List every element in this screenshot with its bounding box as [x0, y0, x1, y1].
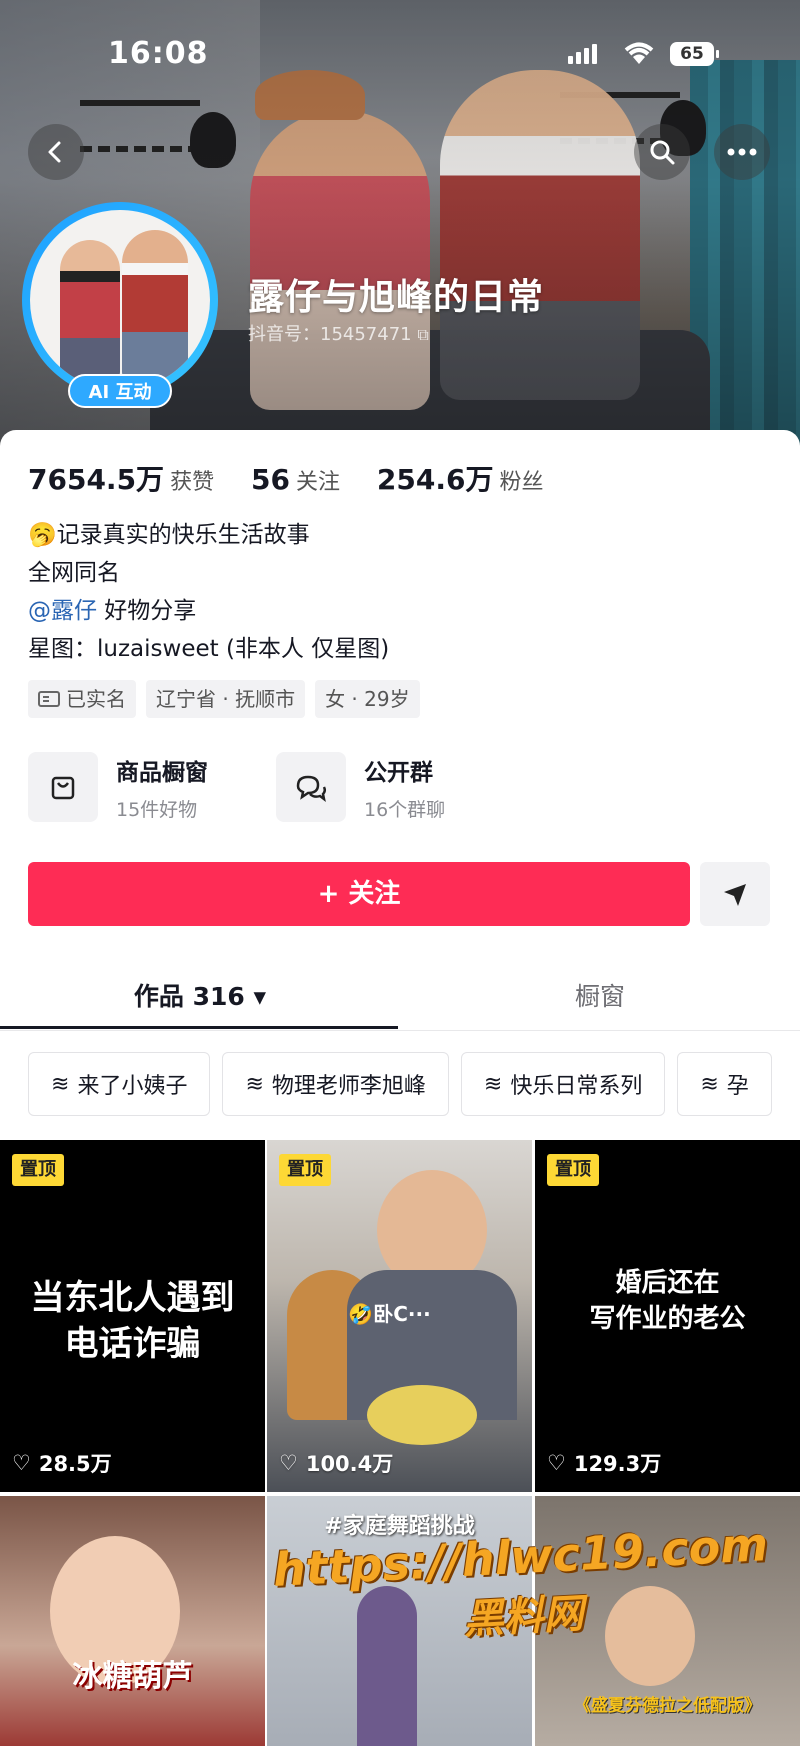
chip-label: 孕 [726, 1074, 749, 1099]
wifi-icon [622, 40, 656, 70]
id-card-icon [38, 691, 60, 707]
bio: 🥱记录真实的快乐生活故事 全网同名 @露仔 好物分享 星图：luzaisweet… [28, 516, 389, 668]
followers-label[interactable]: 粉丝 [499, 470, 543, 495]
tab-indicator [0, 1026, 398, 1029]
stack-icon: ≋ [245, 1071, 264, 1097]
search-icon [650, 140, 675, 165]
heart-icon: ♡ [279, 1451, 298, 1475]
status-time: 16:08 [108, 36, 209, 71]
bio-line-1: 记录真实的快乐生活故事 [56, 522, 310, 548]
video-thumbnail[interactable]: 置顶 当东北人遇到 电话诈骗 ♡ 28.5万 [0, 1140, 265, 1492]
collection-chips: ≋ 来了小姨子 ≋ 物理老师李旭峰 ≋ 快乐日常系列 ≋ 孕 [28, 1052, 772, 1116]
chevron-left-icon [48, 141, 61, 163]
bio-line-4: 星图：luzaisweet (非本人 仅星图) [28, 636, 390, 662]
tag-verified: 已实名 [28, 680, 136, 718]
share-button[interactable] [700, 862, 770, 926]
following-count[interactable]: 56 [251, 463, 290, 496]
video-likes: 28.5万 [38, 1452, 112, 1476]
video-thumbnail[interactable]: 冰糖葫芦 [0, 1496, 265, 1746]
video-likes: 129.3万 [573, 1452, 662, 1476]
bio-line-2: 全网同名 [28, 560, 120, 586]
likes-label: 获赞 [170, 470, 215, 495]
shop-window-entry[interactable]: 商品橱窗 15件好物 [28, 752, 208, 822]
heart-icon: ♡ [547, 1451, 566, 1475]
bio-mention-suffix: 好物分享 [97, 598, 197, 624]
copy-icon[interactable]: ⧉ [417, 325, 428, 344]
ai-interact-badge[interactable]: AI 互动 [68, 374, 172, 408]
battery-indicator: 65 [670, 42, 719, 66]
tag-location: 辽宁省 · 抚顺市 [146, 680, 306, 718]
follow-button[interactable]: + 关注 [28, 862, 690, 926]
video-title-line: 电话诈骗 [64, 1324, 201, 1364]
video-thumbnail[interactable]: 置顶 🤣卧C··· ♡ 100.4万 [267, 1140, 532, 1492]
cellular-signal-icon [568, 44, 600, 64]
pinned-badge: 置顶 [12, 1154, 64, 1186]
chip-collection[interactable]: ≋ 来了小姨子 [28, 1052, 211, 1116]
shop-window-sub: 15件好物 [116, 798, 198, 821]
pinned-badge: 置顶 [547, 1154, 599, 1186]
followers-count[interactable]: 254.6万 [377, 463, 494, 496]
following-label[interactable]: 关注 [296, 470, 340, 495]
send-arrow-icon [724, 884, 746, 906]
back-button[interactable] [28, 124, 84, 180]
tag-location-label: 辽宁省 · 抚顺市 [156, 687, 296, 711]
stack-icon: ≋ [483, 1071, 503, 1097]
shopping-bag-icon [51, 776, 75, 800]
douyin-id[interactable]: 抖音号：15457471 ⧉ [248, 320, 429, 346]
chip-label: 物理老师李旭峰 [271, 1074, 426, 1099]
chip-collection[interactable]: ≋ 快乐日常系列 [460, 1052, 666, 1116]
bio-mention-link[interactable]: @露仔 [28, 598, 97, 624]
more-button[interactable] [714, 124, 770, 180]
stack-icon: ≋ [51, 1071, 70, 1097]
video-caption: 🤣卧C··· [348, 1302, 431, 1326]
chip-collection[interactable]: ≋ 物理老师李旭峰 [222, 1052, 449, 1116]
tag-gender-age-label: 女 · 29岁 [325, 687, 410, 711]
video-caption: 冰糖葫芦 [72, 1659, 193, 1694]
tag-verified-label: 已实名 [66, 687, 126, 711]
video-caption: 《盛夏芬德拉之低配版》 [574, 1696, 761, 1716]
likes-count: 7654.5万 [28, 463, 165, 496]
chip-collection[interactable]: ≋ 孕 [677, 1052, 772, 1116]
tab-divider [0, 1030, 800, 1031]
video-thumbnail[interactable]: 置顶 婚后还在 写作业的老公 ♡ 129.3万 [535, 1140, 800, 1492]
avatar-photo [30, 210, 210, 390]
tab-works[interactable]: 作品 316 ▾ [0, 970, 400, 1024]
search-button[interactable] [634, 124, 690, 180]
heart-icon: ♡ [12, 1451, 31, 1475]
video-title-line: 写作业的老公 [589, 1304, 746, 1334]
stats-row: 7654.5万 获赞 56 关注 254.6万 粉丝 [28, 458, 571, 498]
profile-tags: 已实名 辽宁省 · 抚顺市 女 · 29岁 [28, 680, 420, 718]
public-group-sub: 16个群聊 [364, 798, 446, 821]
shop-window-title: 商品橱窗 [116, 759, 208, 786]
status-bar: 16:08 65 [0, 30, 800, 71]
emoji-icon: 🥱 [28, 522, 57, 548]
avatar[interactable] [22, 202, 218, 398]
more-dots-icon [727, 148, 757, 156]
pinned-badge: 置顶 [279, 1154, 331, 1186]
chat-bubbles-icon [296, 775, 327, 802]
stack-icon: ≋ [700, 1071, 719, 1097]
profile-name: 露仔与旭峰的日常 [248, 277, 545, 318]
chip-label: 快乐日常系列 [510, 1074, 643, 1099]
public-group-entry[interactable]: 公开群 16个群聊 [276, 752, 445, 822]
video-title-line: 当东北人遇到 [30, 1278, 235, 1318]
public-group-title: 公开群 [364, 759, 433, 786]
tab-showcase[interactable]: 橱窗 [400, 970, 800, 1024]
chip-label: 来了小姨子 [77, 1074, 188, 1099]
video-title-line: 婚后还在 [615, 1268, 720, 1298]
tag-gender-age: 女 · 29岁 [315, 680, 420, 718]
content-tabs: 作品 316 ▾ 橱窗 [0, 970, 800, 1030]
douyin-id-text: 抖音号：15457471 [248, 324, 412, 345]
video-likes: 100.4万 [305, 1452, 394, 1476]
